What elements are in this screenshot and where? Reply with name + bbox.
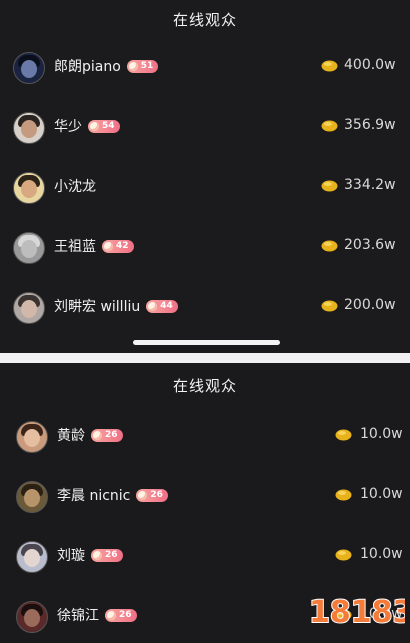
avatar[interactable] — [16, 601, 48, 633]
gift-amount: 400.0w — [344, 57, 396, 73]
divider — [0, 353, 410, 363]
level-badge: 26 — [91, 428, 123, 442]
level-icon — [93, 550, 102, 560]
level-badge: 54 — [88, 119, 120, 133]
level-icon — [107, 610, 116, 620]
level-icon — [90, 121, 99, 131]
gift-amount: 334.2w — [344, 177, 396, 193]
level-badge: 26 — [91, 548, 123, 562]
viewer-row[interactable]: 刘畊宏 willliu 44 200.0w — [0, 282, 410, 334]
level-icon — [138, 490, 148, 500]
level-badge: 26 — [105, 608, 137, 622]
avatar[interactable] — [16, 541, 48, 573]
coin-icon — [321, 180, 338, 192]
viewer-name: 王祖蓝 42 — [54, 236, 134, 256]
viewer-row[interactable]: 刘璇 26 10.0w — [0, 531, 410, 583]
level-icon — [128, 61, 138, 71]
sheet-drag-handle[interactable] — [133, 340, 280, 345]
coin-icon — [335, 429, 352, 441]
viewer-row[interactable]: 黄龄 26 10.0w — [0, 411, 410, 463]
panel-title: 在线观众 — [172, 11, 237, 29]
avatar[interactable] — [13, 112, 45, 144]
watermark-text: 18183 — [309, 595, 405, 630]
viewer-row[interactable]: 郎朗piano 51 400.0w — [0, 42, 410, 94]
online-viewers-panel-top: 在线观众 郎朗piano 51 400.0w 华少 54 356.9w 小沈龙 … — [0, 0, 410, 353]
viewer-name: 华少 54 — [54, 116, 120, 136]
panel-title: 在线观众 — [172, 377, 237, 395]
coin-icon — [321, 120, 338, 132]
gift-amount: 200.0w — [344, 297, 396, 313]
viewer-name: 小沈龙 — [54, 179, 96, 195]
viewer-name: 刘璇 26 — [57, 545, 123, 565]
viewer-name: 李晨 nicnic 26 — [57, 485, 168, 505]
viewer-row[interactable]: 李晨 nicnic 26 10.0w — [0, 471, 410, 523]
level-badge: 44 — [146, 299, 178, 313]
level-icon — [148, 301, 158, 311]
level-badge: 51 — [126, 59, 159, 73]
viewer-name: 刘畊宏 willliu 44 — [54, 296, 178, 316]
viewer-name: 徐锦江 26 — [57, 605, 137, 625]
gift-amount: 10.0w — [360, 546, 403, 562]
watermark-logo: 18183 — [308, 594, 405, 631]
level-icon — [104, 241, 113, 251]
level-badge: 42 — [102, 239, 134, 253]
coin-icon — [335, 549, 352, 561]
viewer-row[interactable]: 王祖蓝 42 203.6w — [0, 222, 410, 274]
gift-amount: 203.6w — [344, 237, 396, 253]
coin-icon — [321, 300, 338, 312]
level-badge: 26 — [136, 488, 168, 502]
avatar[interactable] — [16, 421, 48, 453]
viewer-name: 黄龄 26 — [57, 425, 123, 445]
gift-amount: 10.0w — [360, 426, 403, 442]
gift-amount: 356.9w — [344, 117, 396, 133]
avatar[interactable] — [13, 232, 45, 264]
gift-amount: 10.0w — [360, 486, 403, 502]
viewer-row[interactable]: 小沈龙 334.2w — [0, 162, 410, 214]
coin-icon — [335, 489, 352, 501]
avatar[interactable] — [13, 52, 45, 84]
level-icon — [93, 430, 102, 440]
avatar[interactable] — [13, 292, 45, 324]
avatar[interactable] — [13, 172, 45, 204]
avatar[interactable] — [16, 481, 48, 513]
coin-icon — [321, 60, 338, 72]
coin-icon — [321, 240, 338, 252]
viewer-name: 郎朗piano 51 — [54, 56, 159, 76]
viewer-row[interactable]: 华少 54 356.9w — [0, 102, 410, 154]
